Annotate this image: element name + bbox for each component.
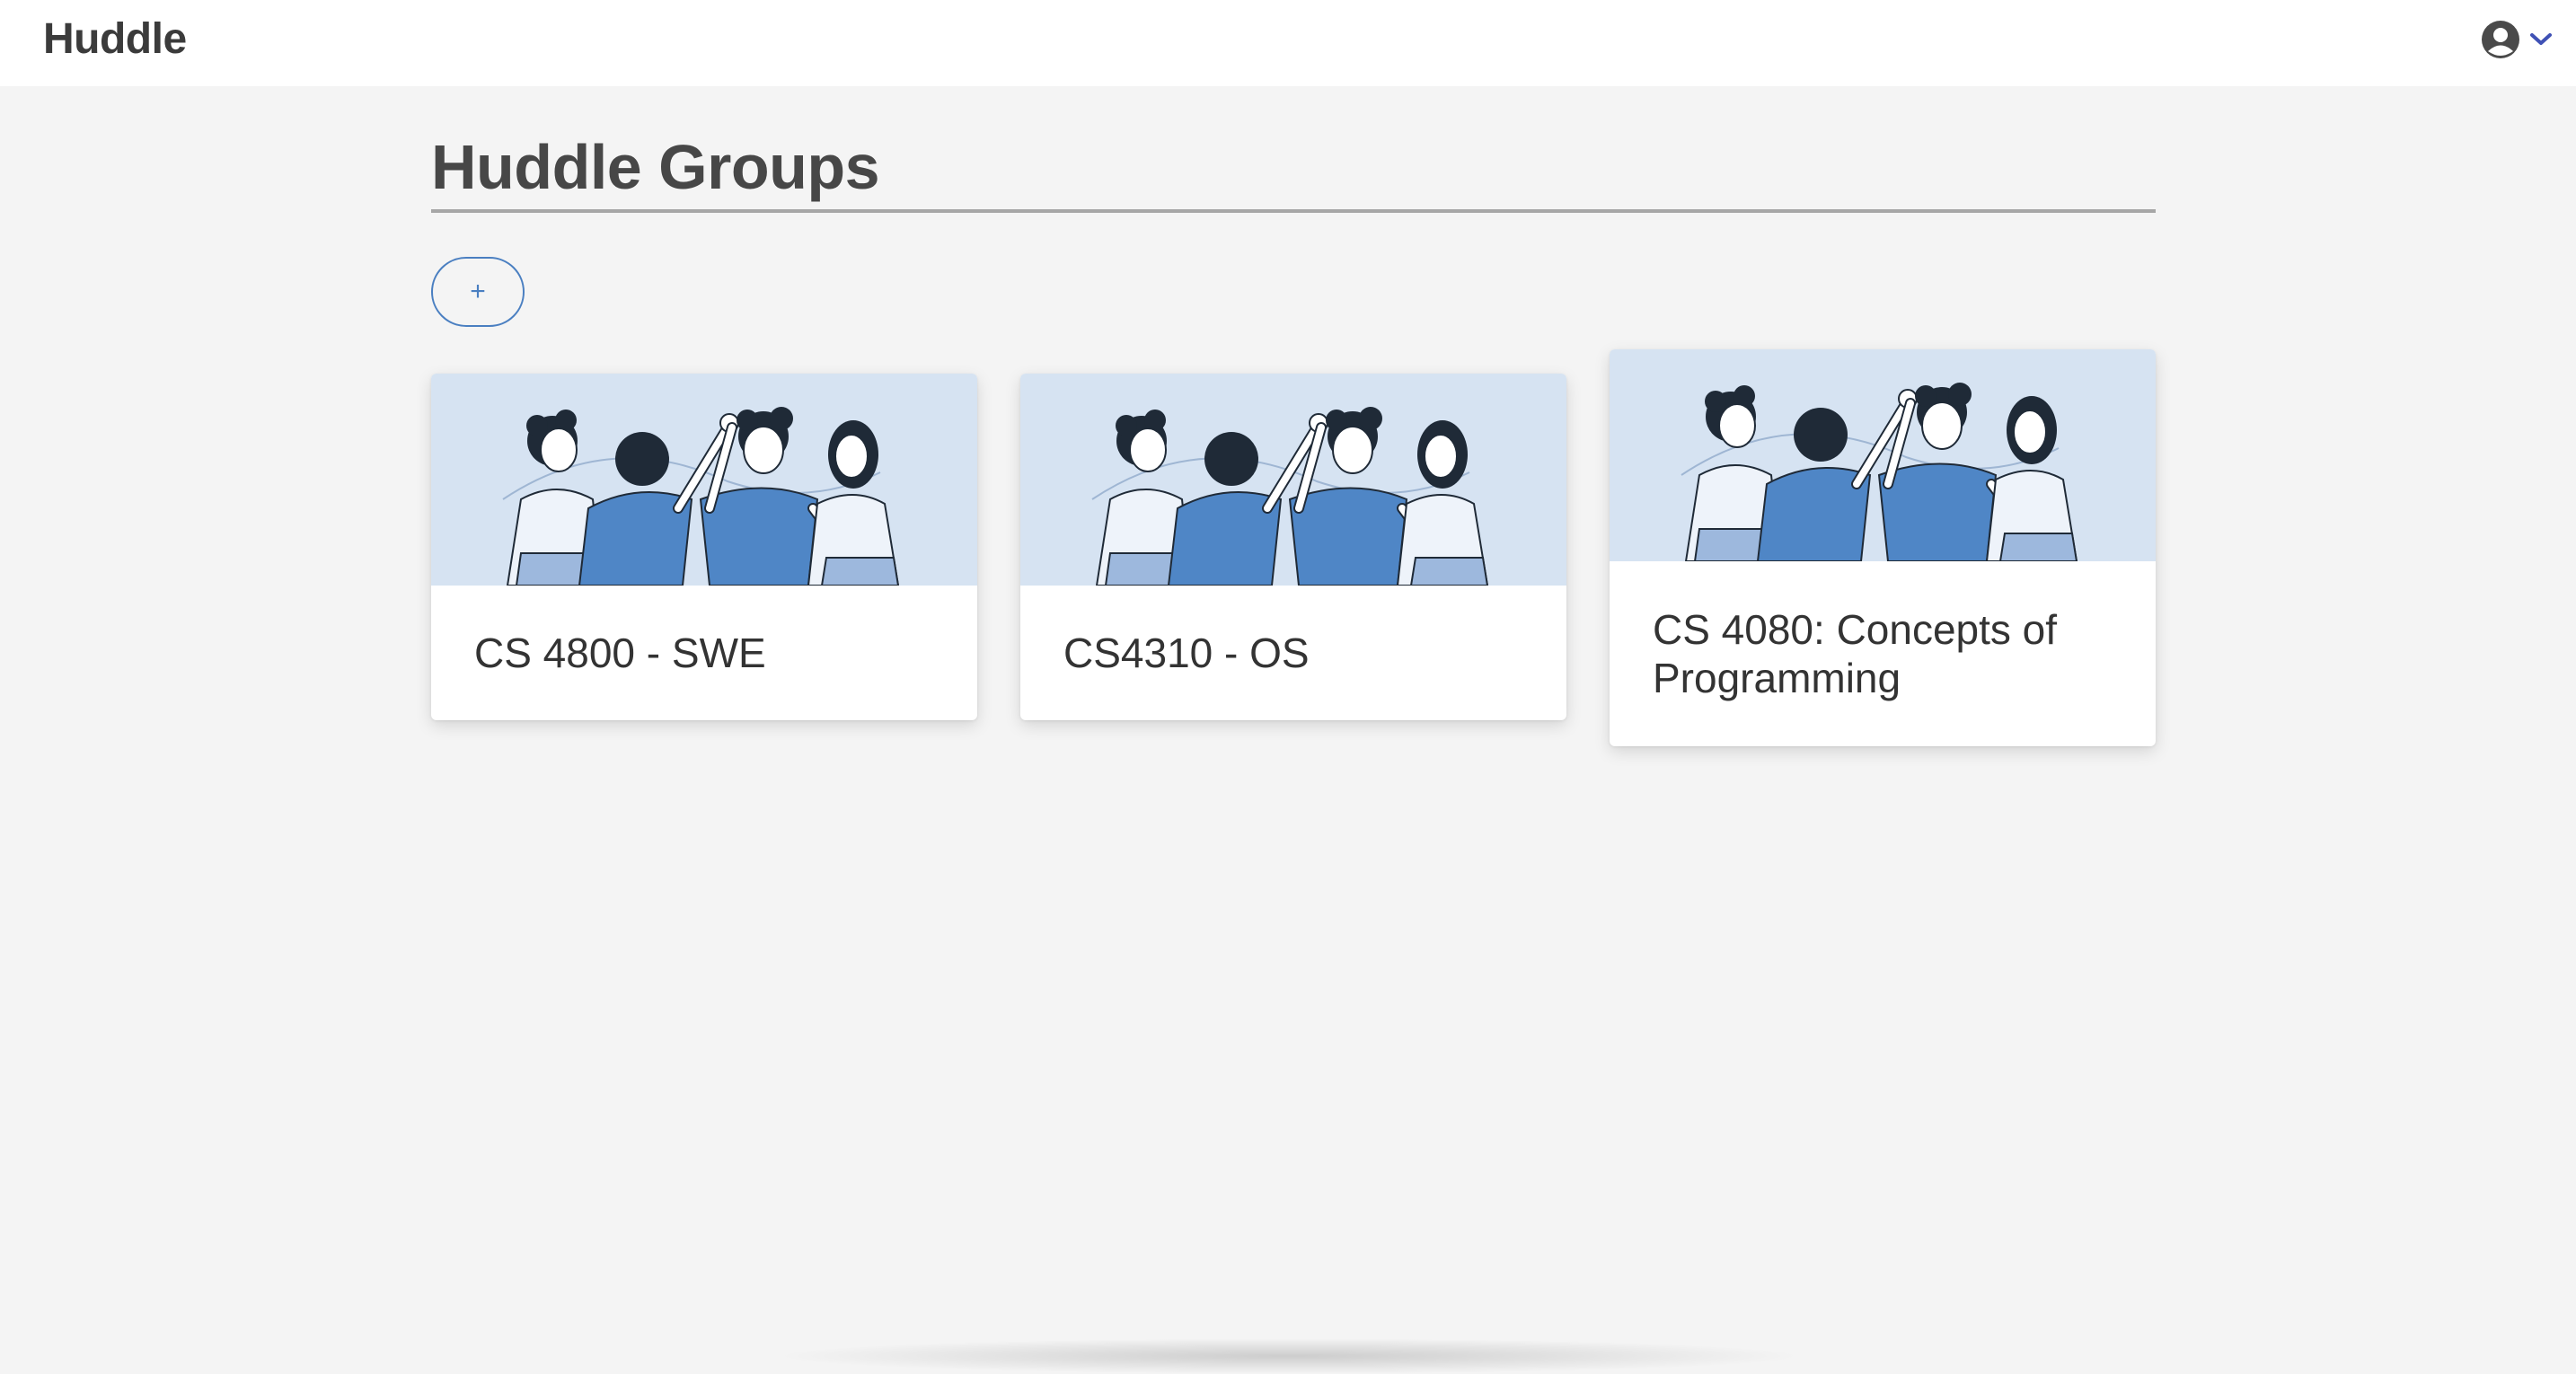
group-card-title: CS 4800 - SWE (474, 630, 766, 676)
chevron-down-icon (2530, 33, 2552, 45)
bottom-edge-shadow (772, 1338, 1805, 1374)
page-title: Huddle Groups (431, 132, 880, 202)
group-card[interactable]: CS 4800 - SWE (431, 374, 977, 720)
group-card-body: CS4310 - OS (1020, 586, 1566, 720)
title-divider (431, 209, 2156, 213)
top-navbar: Huddle (0, 0, 2576, 86)
account-menu[interactable] (2481, 18, 2553, 61)
team-high-five-illustration (1610, 349, 2156, 561)
group-card-title: CS 4080: Concepts of Programming (1653, 606, 2058, 701)
add-group-button[interactable]: + (431, 257, 525, 327)
team-high-five-illustration (431, 374, 977, 586)
main-content: Huddle Groups + CS 4800 - SWE CS4310 - O… (431, 86, 2156, 746)
group-card-body: CS 4800 - SWE (431, 586, 977, 720)
group-card[interactable]: CS4310 - OS (1020, 374, 1566, 720)
group-card-title: CS4310 - OS (1063, 630, 1310, 676)
brand-logo[interactable]: Huddle (43, 13, 187, 66)
group-card-body: CS 4080: Concepts of Programming (1610, 561, 2156, 746)
user-circle-icon (2482, 21, 2519, 58)
group-card[interactable]: CS 4080: Concepts of Programming (1610, 349, 2156, 746)
team-high-five-illustration (1020, 374, 1566, 586)
